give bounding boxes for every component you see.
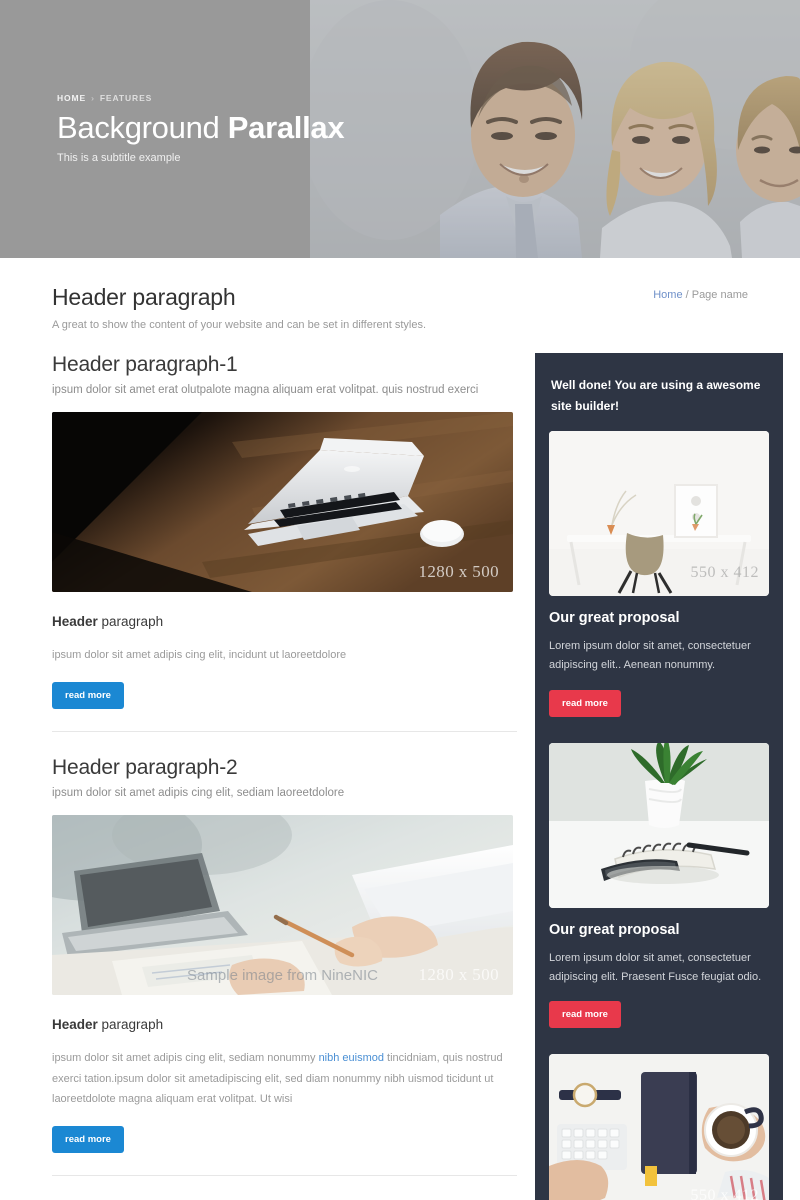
sidebar-card-2: Our great proposal Lorem ipsum dolor sit… <box>549 742 769 1028</box>
article-1-lede: ipsum dolor sit amet erat olutpalote mag… <box>52 384 479 396</box>
article-1-heading: Header paragraph-1 <box>52 353 238 376</box>
sidebar-card-3-image[interactable]: 550 x 412 <box>549 1054 769 1200</box>
chevron-right-icon: › <box>91 93 95 103</box>
article-1-body: ipsum dolor sit amet adipis cing elit, i… <box>52 645 517 665</box>
sidebar-note: Well done! You are using a awesome site … <box>551 378 761 413</box>
hero-breadcrumb-current: FEATURES <box>99 93 153 103</box>
sidebar-card-1-text: Lorem ipsum dolor sit amet, consectetuer… <box>549 640 751 672</box>
article-3: Header paragraph-3 ipsum dolor sit amet … <box>52 1175 517 1200</box>
sidebar-card-1-read-more-button[interactable]: read more <box>549 689 621 717</box>
hero-title-bold: Parallax <box>227 110 345 145</box>
hero-breadcrumb: HOME › FEATURES <box>57 93 344 103</box>
hero-title-light: Background <box>57 110 228 145</box>
article-1-read-more-button[interactable]: read more <box>52 682 124 710</box>
sidebar-card-3: 550 x 412 Our great proposal <box>549 1054 769 1200</box>
image-placeholder-size: 1280 x 500 <box>418 965 499 985</box>
sidebar-card-1-title: Our great proposal <box>549 610 680 626</box>
page-root: HOME › FEATURES Background Parallax This i… <box>0 0 800 1200</box>
image-placeholder-size: 1280 x 500 <box>418 562 499 581</box>
sidebar-image-placeholder-size: 550 x 412 <box>690 1187 759 1200</box>
sidebar-card-1-image[interactable]: 550 x 412 <box>549 431 769 596</box>
article-2-subheading-rest: paragraph <box>97 1017 164 1033</box>
sidebar-card-2-text: Lorem ipsum dolor sit amet, consectetuer… <box>549 951 762 983</box>
article-1-subheading-bold: Header <box>52 614 98 629</box>
hero-content: HOME › FEATURES Background Parallax This i… <box>57 93 345 164</box>
page-title: Header paragraph <box>52 284 236 310</box>
content-layout: Header paragraph-1 ipsum dolor sit amet … <box>0 331 800 1200</box>
article-2-read-more-button[interactable]: read more <box>52 1126 124 1154</box>
page-header-section: Header paragraph A great to show the con… <box>0 258 800 331</box>
article-2-subheading: Header paragraph <box>52 1017 517 1032</box>
article-2-image[interactable]: Sample image from NineNIC 1280 x 500 <box>52 815 513 996</box>
article-1: Header paragraph-1 ipsum dolor sit amet … <box>52 353 517 715</box>
hero-subtitle: This is a subtitle example <box>57 151 181 164</box>
article-2-subheading-bold: Header <box>52 1017 98 1033</box>
sidebar: Well done! You are using a awesome site … <box>535 353 783 1200</box>
article-1-body-text: ipsum dolor sit amet adipis cing elit, i… <box>52 649 347 661</box>
sidebar-card-1: 550 x 412 Our great proposal Lorem ipsum… <box>549 431 769 717</box>
main-content-column: Header paragraph-1 ipsum dolor sit amet … <box>52 353 517 1200</box>
article-1-subheading-rest: paragraph <box>97 614 164 629</box>
sidebar-image-placeholder-size: 550 x 412 <box>690 564 759 581</box>
hero-title: Background Parallax <box>57 110 345 145</box>
hero-parallax-banner: HOME › FEATURES Background Parallax This i… <box>0 0 800 258</box>
article-2-heading: Header paragraph-2 <box>52 756 238 780</box>
breadcrumb: Home / Page name <box>653 289 748 301</box>
sidebar-card-2-title: Our great proposal <box>549 921 680 938</box>
breadcrumb-current: / Page name <box>682 289 748 301</box>
article-2-lede: ipsum dolor sit amet adipis cing elit, s… <box>52 787 345 800</box>
sidebar-card-2-image[interactable] <box>549 742 769 908</box>
article-2-body-pre: ipsum dolor sit amet adipis cing elit, s… <box>52 1052 319 1065</box>
hero-photo <box>310 0 800 258</box>
page-subtitle: A great to show the content of your webs… <box>52 319 427 331</box>
hero-breadcrumb-home[interactable]: HOME <box>57 93 86 103</box>
article-2-body: ipsum dolor sit amet adipis cing elit, s… <box>52 1048 517 1109</box>
article-2: Header paragraph-2 ipsum dolor sit amet … <box>52 731 517 1159</box>
breadcrumb-home-link[interactable]: Home <box>653 289 682 301</box>
sidebar-card-2-read-more-button[interactable]: read more <box>549 1001 621 1028</box>
article-1-image[interactable]: 1280 x 500 <box>52 412 513 592</box>
article-2-body-link[interactable]: nibh euismod <box>319 1052 384 1064</box>
image-watermark: Sample image from NineNIC <box>187 967 378 985</box>
article-1-subheading: Header paragraph <box>52 614 517 629</box>
